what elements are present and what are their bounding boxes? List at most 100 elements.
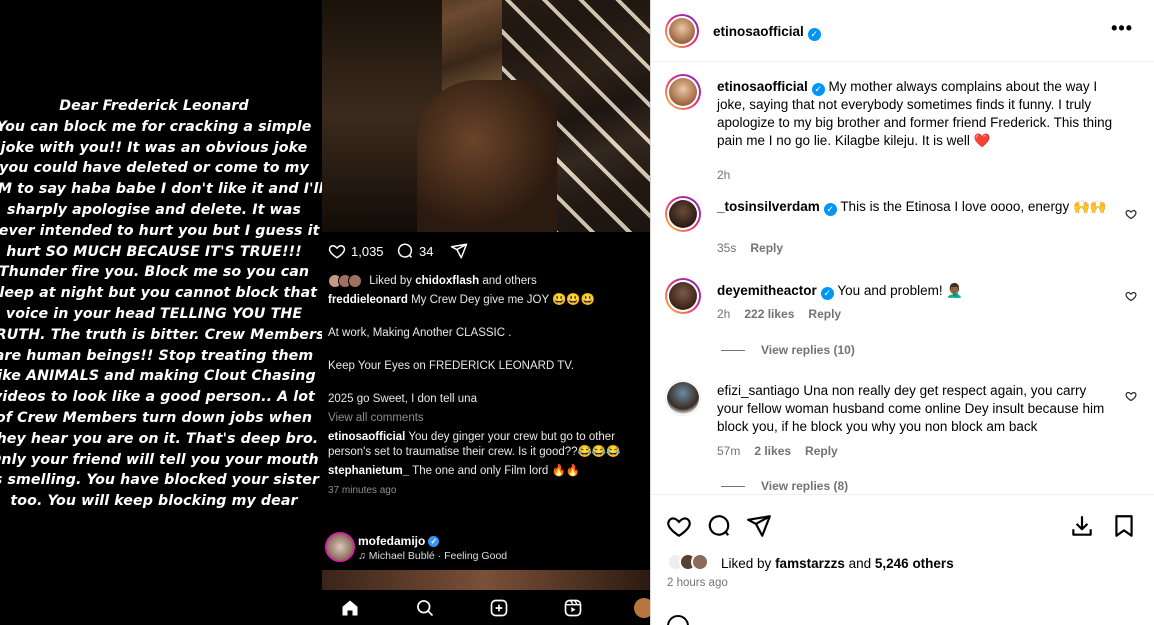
commenter-avatar[interactable]: [665, 380, 701, 416]
embedded-profile-avatar[interactable]: [325, 532, 355, 562]
author-username[interactable]: etinosaofficial: [713, 24, 804, 39]
caption-text: etinosaofficial ✓ My mother always compla…: [717, 79, 1113, 148]
embedded-caption-line-3: Keep Your Eyes on FREDERICK LEONARD TV.: [328, 360, 575, 373]
story-line: joke with you!! It was an obvious joke: [0, 139, 308, 156]
embedded-like-button[interactable]: 1,035: [328, 242, 384, 260]
comment-likes[interactable]: 222 likes: [744, 307, 794, 321]
post-detail-panel: etinosaofficial ✓ ••• etinosaofficial ✓ My…: [650, 0, 1154, 625]
story-line: sharply apologise and delete. It was: [7, 201, 301, 218]
comment-meta: 2h 222 likes Reply: [717, 307, 842, 321]
story-line: of Crew Members turn down jobs when: [0, 409, 313, 426]
post-header: etinosaofficial ✓ •••: [651, 0, 1154, 62]
verified-badge-icon: ✓: [820, 287, 834, 300]
embedded-comment-1: etinosaofficial You dey ginger your crew…: [328, 431, 621, 459]
commenter-avatar[interactable]: [665, 196, 701, 232]
embedded-caption: freddieleonard My Crew Dey give me JOY 😃…: [328, 294, 596, 307]
commenter-username[interactable]: efizi_santiago: [717, 383, 800, 398]
like-heart-icon[interactable]: [666, 513, 692, 539]
embedded-action-bar: 1,035 34: [322, 238, 650, 268]
embedded-bottom-nav: [322, 592, 650, 625]
reply-button[interactable]: Reply: [808, 307, 841, 321]
send-icon: [450, 243, 468, 259]
embedded-post-panel: 1,035 34 Liked by chidoxflash and others…: [322, 0, 650, 625]
story-panel: Dear Frederick Leonard You can block me f…: [0, 0, 322, 625]
comment-likes[interactable]: 2 likes: [754, 444, 791, 458]
story-line: is smelling. You have blocked your siste…: [0, 472, 320, 489]
story-text: Dear Frederick Leonard You can block me f…: [0, 96, 322, 512]
story-line: Only your friend will tell you your mout…: [0, 451, 319, 468]
embedded-comment-count: 34: [419, 243, 434, 259]
post-video[interactable]: [322, 0, 650, 232]
search-icon[interactable]: [414, 598, 436, 620]
embedded-liked-by: Liked by chidoxflash and others: [328, 274, 646, 289]
caption-time: 2h: [717, 168, 731, 182]
heart-icon: [328, 244, 346, 259]
post-timestamp: 2 hours ago: [667, 577, 728, 589]
story-line: never intended to hurt you but I guess i…: [0, 222, 320, 239]
video-figure: [417, 80, 557, 232]
profile-avatar-icon[interactable]: [634, 598, 650, 618]
likes-summary: Liked by famstarzzs and 5,246 others: [667, 553, 954, 573]
comment-icon[interactable]: [706, 513, 732, 539]
verified-badge-icon: ✓: [807, 28, 821, 41]
embedded-view-all-comments[interactable]: View all comments: [328, 411, 646, 426]
author-name-row: etinosaofficial ✓: [713, 23, 821, 41]
story-line: sleep at night but you cannot block that: [0, 285, 318, 302]
caption-meta: 2h: [717, 168, 744, 182]
reply-button[interactable]: Reply: [750, 241, 783, 255]
commenter-username[interactable]: _tosinsilverdam: [717, 199, 820, 214]
reels-icon[interactable]: [562, 598, 584, 620]
heart-icon[interactable]: [1125, 390, 1137, 402]
home-icon[interactable]: [339, 598, 361, 620]
verified-badge-icon: ✓: [823, 203, 837, 216]
story-line: hurt SO MUCH BECAUSE IT'S TRUE!!!: [6, 243, 302, 260]
comment-text: _tosinsilverdam ✓ This is the Etinosa I l…: [717, 199, 1107, 216]
comment-text: deyemitheactor ✓ You and problem! 🤦🏾‍♂️: [717, 283, 964, 300]
story-line: too. You will keep blocking my dear: [10, 493, 298, 510]
embedded-time: 37 minutes ago: [328, 485, 397, 497]
comments-list: etinosaofficial ✓ My mother always compla…: [651, 62, 1154, 494]
view-replies-button[interactable]: View replies (10): [721, 343, 855, 357]
story-line: are human beings!! Stop treating them: [0, 347, 314, 364]
commenter-avatar[interactable]: [665, 278, 701, 314]
embedded-caption-area: Liked by chidoxflash and others freddiel…: [328, 274, 646, 502]
view-replies-button[interactable]: View replies (8): [721, 479, 848, 493]
embedded-comment-2: stephanietum_ The one and only Film lord…: [328, 465, 581, 478]
story-line: You can block me for cracking a simple: [0, 118, 312, 135]
author-avatar[interactable]: [665, 14, 699, 48]
story-line: voice in your head TELLING YOU THE: [5, 305, 303, 322]
embedded-share-button[interactable]: [450, 242, 468, 260]
story-line: Thunder fire you. Block me so you can: [0, 264, 310, 281]
create-icon[interactable]: [488, 598, 510, 620]
heart-icon[interactable]: [1125, 208, 1137, 220]
embedded-like-count: 1,035: [351, 243, 384, 259]
embedded-caption-line-4: 2025 go Sweet, I don tell una: [328, 393, 477, 406]
embedded-comment-button[interactable]: 34: [396, 242, 433, 260]
emoji-icon[interactable]: [667, 615, 689, 625]
heart-icon[interactable]: [1125, 290, 1137, 302]
story-line: videos to look like a good person.. A lo…: [0, 389, 315, 406]
embedded-reel-profile[interactable]: mofedamijo ✓ ♫ Michael Bublé · Feeling Go…: [322, 528, 650, 566]
download-icon[interactable]: [1069, 513, 1095, 539]
embedded-profile-name[interactable]: mofedamijo ✓: [358, 534, 440, 548]
caption-username[interactable]: etinosaofficial: [717, 79, 808, 94]
embedded-next-video-strip: [322, 570, 650, 590]
story-line: they hear you are on it. That's deep bro…: [0, 430, 319, 447]
bookmark-icon[interactable]: [1111, 513, 1137, 539]
commenter-username[interactable]: deyemitheactor: [717, 283, 817, 298]
liked-by-username[interactable]: famstarzzs: [775, 556, 845, 571]
embedded-song[interactable]: ♫ Michael Bublé · Feeling Good: [358, 550, 507, 562]
comment-meta: 57m 2 likes Reply: [717, 444, 838, 458]
likes-count-button[interactable]: 5,246 others: [875, 556, 954, 571]
liker-avatars: [667, 553, 713, 573]
reply-button[interactable]: Reply: [805, 444, 838, 458]
liker-avatars: [328, 274, 362, 288]
comment-meta: 35s Reply: [717, 241, 784, 255]
caption-author-avatar[interactable]: [665, 74, 701, 110]
share-send-icon[interactable]: [746, 513, 772, 539]
verified-badge-icon: ✓: [811, 83, 825, 96]
comment-icon: [397, 243, 413, 258]
story-line: you could have deleted or come to my: [0, 160, 309, 177]
post-action-bar: Liked by famstarzzs and 5,246 others 2 h…: [651, 494, 1154, 625]
more-options-button[interactable]: •••: [1111, 18, 1133, 39]
